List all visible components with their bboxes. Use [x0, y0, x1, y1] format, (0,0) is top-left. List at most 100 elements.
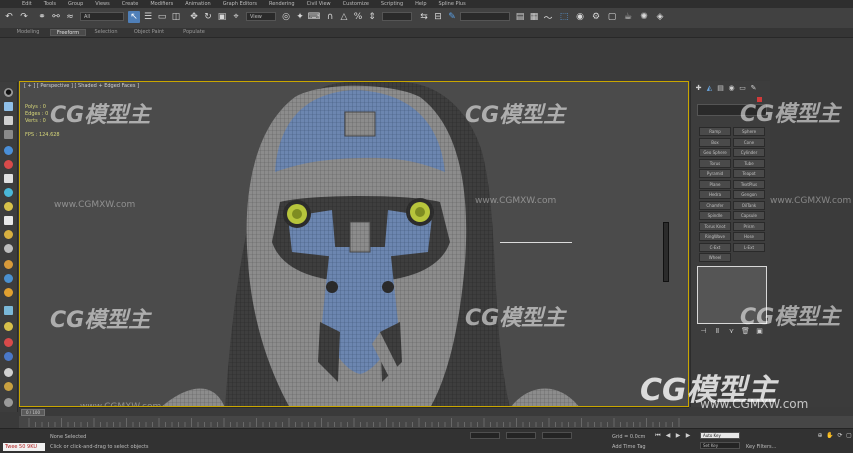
create-object-button[interactable]: Sphere	[733, 127, 765, 136]
spacewarp-icon[interactable]	[4, 274, 13, 283]
menu-group[interactable]: Group	[68, 1, 83, 7]
render-icon[interactable]	[4, 338, 13, 347]
rendered-frame-window-icon[interactable]: ▢	[606, 11, 618, 23]
perspective-viewport[interactable]: [ + ] [ Perspective ] [ Shaded + Edged F…	[19, 81, 689, 407]
align-icon[interactable]: ⊟	[432, 11, 444, 23]
y-coordinate-field[interactable]	[506, 432, 536, 439]
create-object-button[interactable]: Chamfer	[699, 200, 731, 210]
keyboard-shortcut-icon[interactable]: ⌨	[308, 11, 321, 23]
material-editor-icon[interactable]: ◉	[574, 11, 586, 23]
motion-icon[interactable]	[4, 130, 13, 139]
pin-stack-icon[interactable]: ⊣	[699, 327, 708, 336]
display-tab-icon[interactable]: ▭	[738, 84, 747, 93]
create-object-button[interactable]: Geo Sphere	[699, 148, 731, 157]
named-selection-dropdown[interactable]	[382, 12, 412, 21]
snaps-toggle-icon[interactable]: ∩	[324, 11, 336, 23]
helper-icon[interactable]	[4, 260, 13, 269]
zoom-extents-icon[interactable]: ⊕	[816, 432, 824, 440]
maximize-viewport-icon[interactable]: ▢	[845, 432, 853, 440]
tab-freeform[interactable]: Freeform	[50, 29, 86, 36]
menu-create[interactable]: Create	[122, 1, 139, 7]
material-icon[interactable]	[4, 352, 13, 361]
hierarchy-icon[interactable]	[4, 116, 13, 125]
pan-view-icon[interactable]: ✋	[826, 432, 834, 440]
rectangular-selection-icon[interactable]: ▭	[156, 11, 168, 23]
create-object-button[interactable]: Prism	[733, 221, 765, 231]
create-object-button[interactable]: Tube	[733, 158, 765, 168]
render-production-icon[interactable]: ☕	[622, 11, 634, 23]
modify-tab-icon[interactable]: ◭	[705, 84, 714, 93]
create-object-button[interactable]: Torus	[699, 158, 731, 168]
placement-icon[interactable]: ⌖	[230, 11, 242, 23]
go-to-start-icon[interactable]: ⏮	[654, 432, 662, 440]
modify-icon[interactable]	[4, 102, 13, 111]
motion-tab-icon[interactable]: ◉	[727, 84, 736, 93]
create-object-button[interactable]: Ramp	[699, 127, 731, 136]
render-iterative-icon[interactable]: ✺	[638, 11, 650, 23]
bind-space-warp-icon[interactable]: ≈	[64, 11, 76, 23]
tab-modeling[interactable]: Modeling	[8, 29, 48, 36]
render-activeshade-icon[interactable]: ◈	[654, 11, 666, 23]
curve-editor-icon[interactable]: 〜	[542, 11, 554, 24]
create-object-button[interactable]: RingWave	[699, 232, 731, 241]
particle-icon[interactable]	[4, 322, 13, 331]
create-object-button[interactable]: Plane	[699, 179, 731, 189]
angle-snap-icon[interactable]: △	[338, 11, 350, 23]
create-object-button[interactable]: Spindle	[699, 211, 731, 220]
scene-explorer-icon[interactable]: ✎	[446, 11, 458, 23]
link-icon[interactable]: ⚭	[36, 11, 48, 23]
unlink-icon[interactable]: ⚯	[50, 11, 62, 23]
create-object-button[interactable]: Torus Knot	[699, 221, 731, 231]
light-icon[interactable]	[4, 230, 13, 239]
spinner-snap-icon[interactable]: ⇕	[366, 11, 378, 23]
workspace-dropdown[interactable]	[460, 12, 510, 21]
create-object-button[interactable]: Teapot	[733, 169, 765, 178]
system-icon[interactable]	[4, 288, 13, 297]
create-object-button[interactable]: L-Ext	[733, 242, 765, 252]
create-object-button[interactable]: Hose	[733, 232, 765, 241]
create-icon[interactable]: ●	[4, 88, 13, 97]
scale-icon[interactable]: ▣	[216, 11, 228, 23]
utilities-tab-icon[interactable]: ✎	[749, 84, 758, 93]
maxscript-listener[interactable]: Twee 50 9KU	[3, 443, 45, 451]
add-time-tag[interactable]: Add Time Tag	[612, 444, 646, 450]
tab-selection[interactable]: Selection	[88, 29, 124, 36]
select-object-icon[interactable]: ↖	[128, 11, 140, 23]
menu-tools[interactable]: Tools	[44, 1, 56, 7]
create-object-button[interactable]: Hedra	[699, 190, 731, 199]
menu-views[interactable]: Views	[95, 1, 109, 7]
layer-icon[interactable]	[4, 216, 13, 225]
select-by-name-icon[interactable]: ☰	[142, 11, 154, 23]
sphere-icon[interactable]	[4, 368, 13, 377]
play-icon[interactable]: ▶	[674, 432, 682, 440]
create-object-button[interactable]: Cylinder	[733, 148, 765, 157]
menu-help[interactable]: Help	[415, 1, 426, 7]
paint-icon[interactable]	[4, 202, 13, 211]
environment-icon[interactable]	[4, 382, 13, 391]
create-object-button[interactable]: Pyramid	[699, 169, 731, 178]
percent-snap-icon[interactable]: %	[352, 11, 364, 23]
tab-object-paint[interactable]: Object Paint	[126, 29, 172, 36]
menu-civil-view[interactable]: Civil View	[307, 1, 331, 7]
create-tab-icon[interactable]: ✚	[694, 84, 703, 93]
menu-modifiers[interactable]: Modifiers	[150, 1, 173, 7]
graphite-icon[interactable]	[4, 174, 13, 183]
tab-populate[interactable]: Populate	[174, 29, 214, 36]
display-icon[interactable]	[4, 146, 13, 155]
robot-head-model[interactable]	[20, 82, 689, 407]
freeform-icon[interactable]	[4, 188, 13, 197]
create-object-button[interactable]: Wheel	[699, 253, 731, 262]
menu-scripting[interactable]: Scripting	[381, 1, 403, 7]
timeline-ruler[interactable]	[19, 416, 853, 428]
create-object-button[interactable]: TextPlus	[733, 179, 765, 189]
menu-graph-editors[interactable]: Graph Editors	[223, 1, 257, 7]
show-end-result-icon[interactable]: Ⅱ	[713, 327, 722, 336]
previous-frame-icon[interactable]: ◀	[664, 432, 672, 440]
undo-icon[interactable]: ↶	[3, 11, 15, 23]
z-coordinate-field[interactable]	[542, 432, 572, 439]
menu-edit[interactable]: Edit	[22, 1, 32, 7]
redo-icon[interactable]: ↷	[18, 11, 30, 23]
menu-animation[interactable]: Animation	[185, 1, 211, 7]
mirror-icon[interactable]: ⇆	[418, 11, 430, 23]
key-filters-button[interactable]: Key Filters...	[746, 444, 776, 450]
